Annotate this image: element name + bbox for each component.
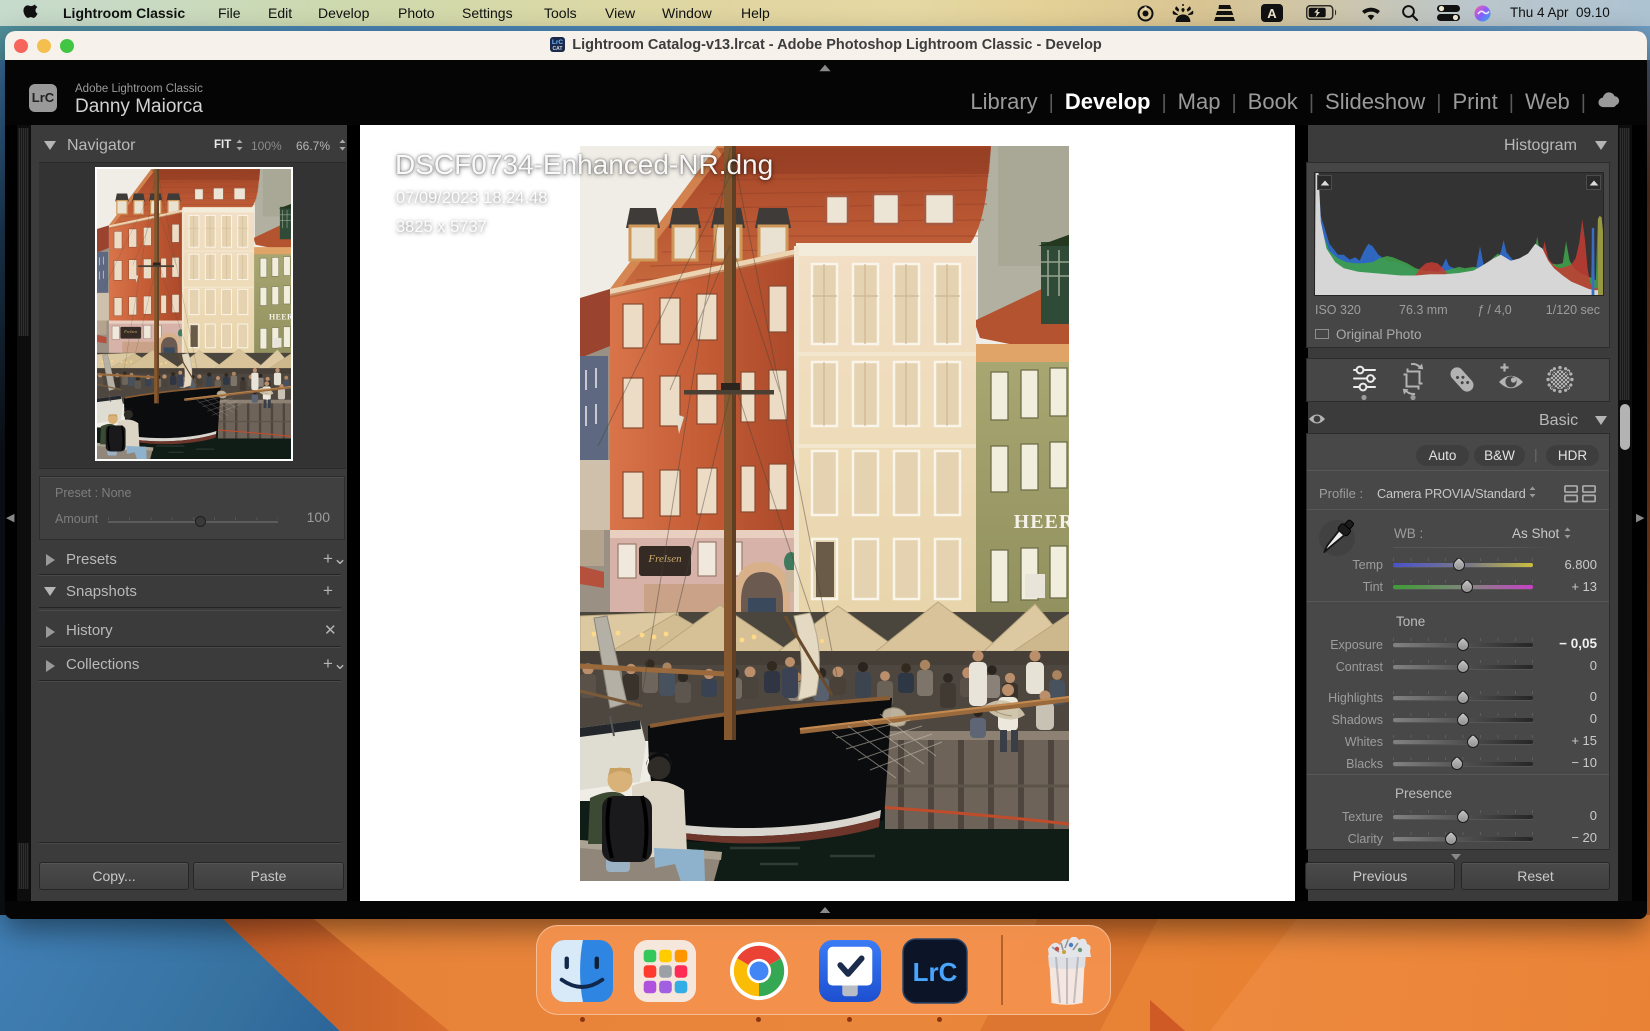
svg-text:LrC: LrC xyxy=(552,39,564,46)
svg-text:CAT: CAT xyxy=(553,46,563,52)
svg-text:A: A xyxy=(1267,6,1277,21)
svg-text:LrC: LrC xyxy=(913,957,958,987)
